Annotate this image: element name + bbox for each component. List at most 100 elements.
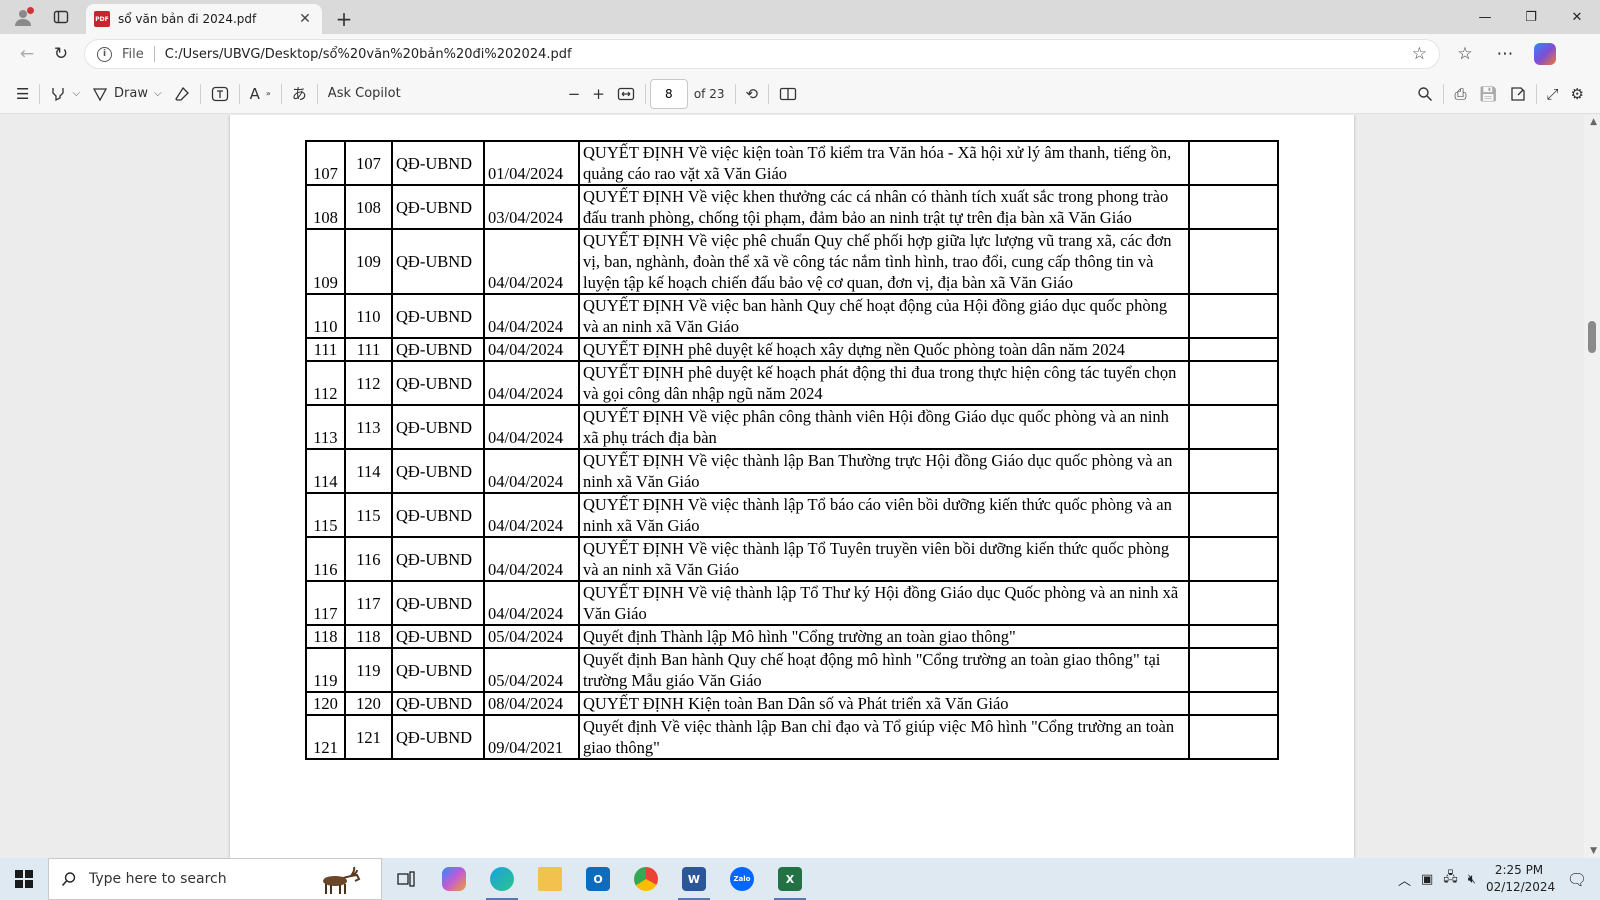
ask-copilot-button[interactable]: Ask Copilot	[322, 79, 407, 109]
zalo-app-icon[interactable]: Zalo	[718, 858, 766, 900]
note-cell	[1188, 624, 1279, 649]
browser-tab-bar: PDF sổ văn bản đi 2024.pdf ✕ + — ❐ ✕	[0, 0, 1600, 34]
doc-type-cell: QĐ-UBND	[391, 492, 485, 538]
notification-center-icon[interactable]: 🗨︎	[1562, 864, 1592, 894]
row-index-cell: 109	[305, 228, 346, 295]
browser-actions: ☆ ⋯	[1448, 38, 1562, 70]
vertical-scrollbar[interactable]: ▲ ▼	[1584, 115, 1600, 858]
tab-pdf[interactable]: PDF sổ văn bản đi 2024.pdf ✕	[86, 4, 322, 34]
scrollbar-thumb[interactable]	[1588, 321, 1596, 353]
note-cell	[1188, 360, 1279, 406]
word-app-icon[interactable]: W	[670, 858, 718, 900]
doc-summary-cell: QUYẾT ĐỊNH Về việc ban hành Quy chế hoạt…	[578, 293, 1190, 339]
note-cell	[1188, 580, 1279, 626]
clock[interactable]: 2:25 PM 02/12/2024	[1486, 862, 1556, 896]
taskbar-search[interactable]: Type here to search	[48, 858, 382, 900]
table-row: 117 117 QĐ-UBND 04/04/2024 QUYẾT ĐỊNH Về việ…	[305, 580, 1279, 626]
page-view-icon[interactable]	[773, 79, 803, 109]
doc-type-cell: QĐ-UBND	[391, 647, 485, 693]
excel-app-icon[interactable]: X	[766, 858, 814, 900]
fullscreen-icon[interactable]: ⤢	[1541, 79, 1565, 109]
start-button[interactable]	[0, 858, 48, 900]
contents-icon[interactable]: ☰	[10, 79, 35, 109]
address-bar[interactable]: i File C:/Users/UBVG/Desktop/sổ%20văn%20…	[84, 39, 1440, 69]
moose-illustration-icon	[323, 866, 361, 894]
url-text[interactable]: C:/Users/UBVG/Desktop/sổ%20văn%20bản%20đ…	[165, 47, 1402, 62]
pdf-viewer[interactable]: 107 107 QĐ-UBND 01/04/2024 QUYẾT ĐỊNH Về việ…	[0, 115, 1600, 858]
info-icon[interactable]: i	[97, 46, 112, 62]
favorites-icon[interactable]: ☆	[1448, 38, 1482, 70]
fit-to-width-icon[interactable]	[611, 79, 641, 109]
edge-app-icon[interactable]	[478, 858, 526, 900]
zalo-logo: Zalo	[730, 867, 754, 891]
copilot-button[interactable]	[1528, 38, 1562, 70]
copilot-app-icon[interactable]	[430, 858, 478, 900]
network-icon[interactable]: 🖧︎	[1443, 868, 1458, 890]
highlight-button[interactable]: ⌵	[44, 79, 86, 109]
table-row: 112 112 QĐ-UBND 04/04/2024 QUYẾT ĐỊNH phê du…	[305, 360, 1279, 406]
row-index-cell: 107	[305, 140, 346, 186]
page-number-input[interactable]	[649, 78, 688, 109]
ask-copilot-label: Ask Copilot	[327, 86, 401, 101]
outlook-app-icon[interactable]: O	[574, 858, 622, 900]
minimize-button[interactable]: —	[1462, 0, 1508, 34]
doc-summary-cell: QUYẾT ĐỊNH Về việc phân công thành viên …	[578, 404, 1190, 450]
row-index-cell: 117	[305, 580, 346, 626]
chrome-logo	[634, 867, 658, 891]
save-icon[interactable]: 💾︎	[1472, 79, 1503, 109]
read-aloud-icon[interactable]: A»	[244, 79, 277, 109]
word-logo: W	[682, 867, 706, 891]
doc-type-cell: QĐ-UBND	[391, 228, 485, 295]
print-icon[interactable]: ⎙	[1448, 79, 1472, 109]
scroll-down-icon[interactable]: ▼	[1590, 846, 1597, 856]
translate-icon[interactable]: あ	[286, 79, 313, 109]
search-icon[interactable]	[1411, 79, 1439, 109]
document-register-table: 107 107 QĐ-UBND 01/04/2024 QUYẾT ĐỊNH Về việ…	[305, 140, 1279, 760]
table-row: 115 115 QĐ-UBND 04/04/2024 QUYẾT ĐỊNH Về việ…	[305, 492, 1279, 538]
file-explorer-app-icon[interactable]	[526, 858, 574, 900]
favorite-star-icon[interactable]: ☆	[1412, 44, 1427, 64]
doc-date-cell: 09/04/2021	[483, 714, 580, 760]
chevron-down-icon[interactable]: ⌵	[154, 88, 162, 99]
pdf-toolbar: ☰ ⌵ Draw ⌵ A» あ Ask Copilot − + of 23 ⟲ …	[0, 74, 1600, 114]
copilot-icon	[1534, 43, 1556, 65]
note-cell	[1188, 536, 1279, 582]
draw-button[interactable]: Draw ⌵	[86, 79, 168, 109]
rotate-icon[interactable]: ⟲	[740, 79, 765, 109]
eraser-icon[interactable]	[168, 79, 196, 109]
refresh-button[interactable]: ↻	[44, 38, 78, 70]
scroll-up-icon[interactable]: ▲	[1590, 117, 1597, 127]
settings-gear-icon[interactable]: ⚙	[1565, 79, 1590, 109]
more-options-icon[interactable]: ⋯	[1488, 38, 1522, 70]
close-tab-icon[interactable]: ✕	[296, 11, 314, 27]
doc-type-cell: QĐ-UBND	[391, 293, 485, 339]
zoom-in-icon[interactable]: +	[586, 79, 611, 109]
new-tab-button[interactable]: +	[328, 4, 360, 34]
zoom-out-icon[interactable]: −	[562, 79, 587, 109]
clock-date: 02/12/2024	[1486, 880, 1556, 894]
restore-button[interactable]: ❐	[1508, 0, 1554, 34]
chevron-down-icon[interactable]: ⌵	[72, 88, 80, 99]
task-view-icon[interactable]	[382, 858, 430, 900]
doc-type-cell: QĐ-UBND	[391, 536, 485, 582]
text-box-icon[interactable]	[205, 79, 235, 109]
divider	[734, 83, 736, 104]
meet-icon[interactable]: ▣	[1421, 872, 1433, 887]
close-window-button[interactable]: ✕	[1554, 0, 1600, 34]
doc-type-cell: QĐ-UBND	[391, 184, 485, 230]
chevron-up-icon[interactable]: ︿	[1398, 870, 1411, 889]
file-label: File	[122, 46, 144, 62]
row-index-cell: 108	[305, 184, 346, 230]
note-cell	[1188, 337, 1279, 362]
draw-label: Draw	[114, 86, 149, 101]
tab-actions-icon[interactable]	[44, 2, 78, 32]
back-button[interactable]: ←	[10, 38, 44, 70]
doc-type-cell: QĐ-UBND	[391, 140, 485, 186]
note-cell	[1188, 492, 1279, 538]
profile-icon[interactable]	[6, 2, 40, 32]
volume-muted-icon[interactable]: 🔇︎	[1468, 872, 1476, 887]
chrome-app-icon[interactable]	[622, 858, 670, 900]
save-as-icon[interactable]	[1504, 79, 1532, 109]
doc-number-cell: 107	[344, 140, 393, 186]
doc-type-cell: QĐ-UBND	[391, 337, 485, 362]
